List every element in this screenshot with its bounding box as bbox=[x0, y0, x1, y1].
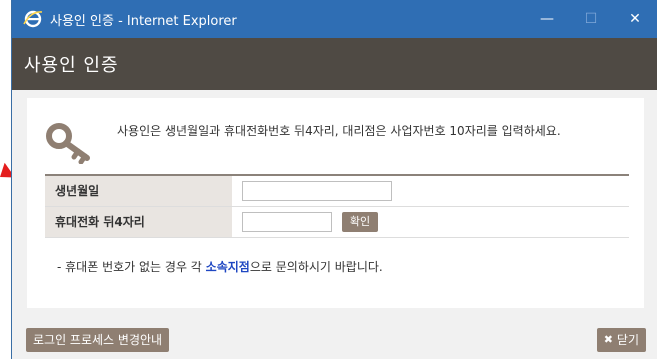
page-header: 사용인 인증 bbox=[12, 38, 657, 90]
page-title: 사용인 인증 bbox=[24, 55, 119, 76]
internet-explorer-icon bbox=[22, 8, 44, 30]
close-window-button[interactable]: ✕ bbox=[613, 0, 657, 38]
notice-text: - 휴대폰 번호가 없는 경우 각 소속지점으로 문의하시기 바랍니다. bbox=[57, 258, 383, 275]
window-title: 사용인 인증 - Internet Explorer bbox=[50, 13, 237, 29]
auth-form: 생년월일 휴대전화 뒤4자리 확인 bbox=[45, 174, 629, 238]
maximize-button[interactable]: ☐ bbox=[569, 0, 613, 38]
close-label: 닫기 bbox=[616, 333, 639, 347]
intro-section: 사용인은 생년월일과 휴대전화번호 뒤4자리, 대리점은 사업자번호 10자리를… bbox=[45, 116, 635, 165]
intro-text: 사용인은 생년월일과 휴대전화번호 뒤4자리, 대리점은 사업자번호 10자리를… bbox=[117, 124, 561, 138]
close-button[interactable]: ✖ 닫기 bbox=[596, 328, 646, 352]
form-row-phone: 휴대전화 뒤4자리 확인 bbox=[45, 205, 629, 238]
footer-bar: 로그인 프로세스 변경안내 ✖ 닫기 bbox=[12, 320, 657, 359]
login-process-guide-button[interactable]: 로그인 프로세스 변경안내 bbox=[26, 328, 170, 352]
notice-suffix: 으로 문의하시기 바랍니다. bbox=[249, 260, 383, 274]
close-icon: ✖ bbox=[603, 333, 613, 346]
form-row-birth: 생년월일 bbox=[45, 174, 629, 207]
notice-highlight: 소속지점 bbox=[205, 260, 250, 274]
birth-label: 생년월일 bbox=[45, 174, 232, 207]
title-bar: 사용인 인증 - Internet Explorer — ☐ ✕ bbox=[12, 0, 657, 38]
minimize-button[interactable]: — bbox=[525, 0, 569, 38]
confirm-button[interactable]: 확인 bbox=[341, 211, 379, 232]
key-icon bbox=[45, 120, 97, 168]
phone-label: 휴대전화 뒤4자리 bbox=[45, 205, 232, 238]
auth-panel: 사용인은 생년월일과 휴대전화번호 뒤4자리, 대리점은 사업자번호 10자리를… bbox=[27, 98, 644, 308]
phone-last4-input[interactable] bbox=[242, 211, 332, 232]
birth-date-input[interactable] bbox=[242, 180, 392, 201]
popup-window: 사용인 인증 - Internet Explorer — ☐ ✕ 사용인 인증 … bbox=[11, 0, 657, 359]
notice-prefix: - 휴대폰 번호가 없는 경우 각 bbox=[57, 260, 206, 274]
